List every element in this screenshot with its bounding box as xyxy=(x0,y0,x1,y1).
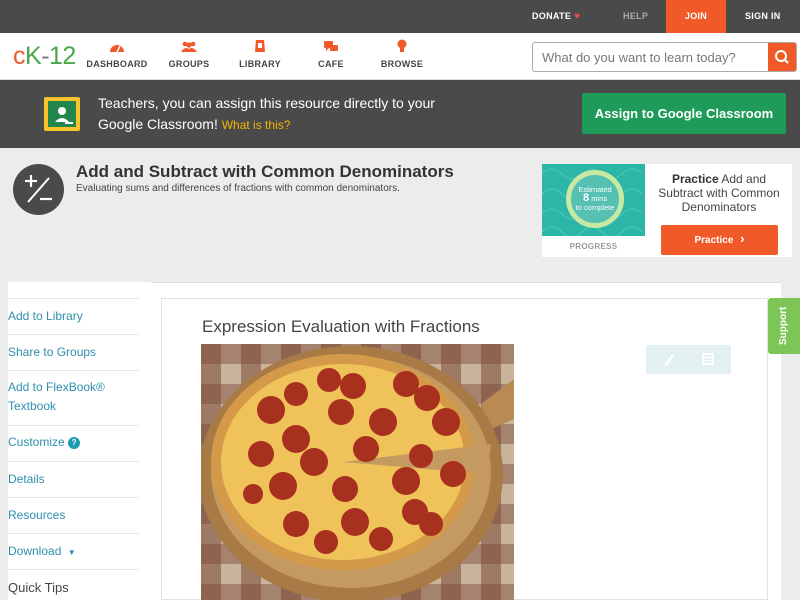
nav-dashboard[interactable]: DASHBOARD xyxy=(82,39,152,69)
search-icon xyxy=(775,50,789,64)
note-tools xyxy=(646,345,731,374)
caret-down-icon: ▼ xyxy=(67,548,76,557)
google-classroom-icon xyxy=(44,97,80,131)
customize-label: Customize xyxy=(8,435,65,449)
logo-12: 12 xyxy=(49,42,76,70)
time-estimate-ring: Estimated 8 mins to complete xyxy=(566,170,624,228)
practice-title-bold: Practice xyxy=(671,172,719,186)
practice-image: Estimated 8 mins to complete xyxy=(542,164,645,236)
donate-label: DONATE xyxy=(532,11,572,21)
help-question-icon[interactable]: ? xyxy=(68,437,81,449)
sidebar-details[interactable]: Details xyxy=(8,462,139,498)
practice-title: Practice Add and Subtract with Common De… xyxy=(650,172,788,214)
lesson-title: Expression Evaluation with Fractions xyxy=(202,317,480,336)
ring-estimated: Estimated xyxy=(578,185,612,194)
plus-minus-icon xyxy=(13,164,64,215)
logo-dash: - xyxy=(41,42,50,70)
pencil-icon[interactable] xyxy=(662,351,676,372)
search-button[interactable] xyxy=(768,43,796,71)
cafe-icon xyxy=(296,39,366,59)
join-button[interactable]: JOIN xyxy=(666,0,726,33)
groups-icon xyxy=(154,39,224,59)
nav-groups[interactable]: GROUPS xyxy=(154,39,224,69)
nav-cafe[interactable]: CAFE xyxy=(296,39,366,69)
nav-cafe-label: CAFE xyxy=(318,59,344,69)
sidebar-share-to-groups[interactable]: Share to Groups xyxy=(8,335,139,371)
library-icon xyxy=(225,39,295,59)
sidebar-download[interactable]: Download ▼ xyxy=(8,534,139,570)
what-is-this-link[interactable]: What is this? xyxy=(222,118,291,132)
heart-icon: ♥ xyxy=(574,11,581,22)
banner-message: Teachers, you can assign this resource d… xyxy=(98,93,458,136)
chevron-right-icon: › xyxy=(740,231,745,246)
main-header: cK-12 DASHBOARD GROUPS LIBRARY CAFE BROW… xyxy=(0,33,800,80)
ring-to-complete: to complete xyxy=(575,203,615,212)
nav-browse[interactable]: BROWSE xyxy=(367,39,437,69)
nav-library[interactable]: LIBRARY xyxy=(225,39,295,69)
search-input[interactable] xyxy=(533,43,768,71)
practice-button[interactable]: Practice › xyxy=(661,225,778,255)
logo-c: c xyxy=(13,42,26,70)
sidebar-customize[interactable]: Customize ? xyxy=(8,426,139,462)
donate-link[interactable]: DONATE ♥ xyxy=(532,0,580,33)
top-bar: DONATE ♥ HELP JOIN SIGN IN xyxy=(0,0,800,33)
concept-subtitle: Evaluating sums and differences of fract… xyxy=(76,183,400,194)
ck12-logo[interactable]: cK-12 xyxy=(13,42,76,70)
practice-card: Estimated 8 mins to complete PROGRESS Pr… xyxy=(542,164,792,257)
practice-button-label: Practice xyxy=(694,235,734,246)
quick-tips-heading: Quick Tips xyxy=(8,580,69,595)
progress-label: PROGRESS xyxy=(569,242,618,251)
sidebar-add-to-library[interactable]: Add to Library xyxy=(8,298,139,335)
nav-groups-label: GROUPS xyxy=(168,59,210,69)
logo-k: K xyxy=(25,42,42,70)
ring-mins: mins xyxy=(591,194,608,203)
pizza-image xyxy=(201,344,514,600)
browse-icon xyxy=(367,39,437,59)
notes-icon[interactable] xyxy=(701,352,715,371)
nav-dashboard-label: DASHBOARD xyxy=(86,59,148,69)
search-box xyxy=(532,42,797,72)
sidebar-resources[interactable]: Resources xyxy=(8,498,139,534)
concept-title: Add and Subtract with Common Denominator… xyxy=(76,162,454,181)
download-label: Download xyxy=(8,544,62,558)
sign-in-link[interactable]: SIGN IN xyxy=(745,0,781,33)
nav-browse-label: BROWSE xyxy=(380,59,424,69)
help-link[interactable]: HELP xyxy=(623,0,648,33)
assign-google-classroom-button[interactable]: Assign to Google Classroom xyxy=(582,93,786,134)
dashboard-icon xyxy=(82,39,152,59)
nav-library-label: LIBRARY xyxy=(239,59,281,69)
sidebar-add-to-flexbook[interactable]: Add to FlexBook® Textbook xyxy=(8,371,139,426)
support-label: Support xyxy=(778,306,789,346)
support-tab[interactable]: Support xyxy=(768,298,800,354)
